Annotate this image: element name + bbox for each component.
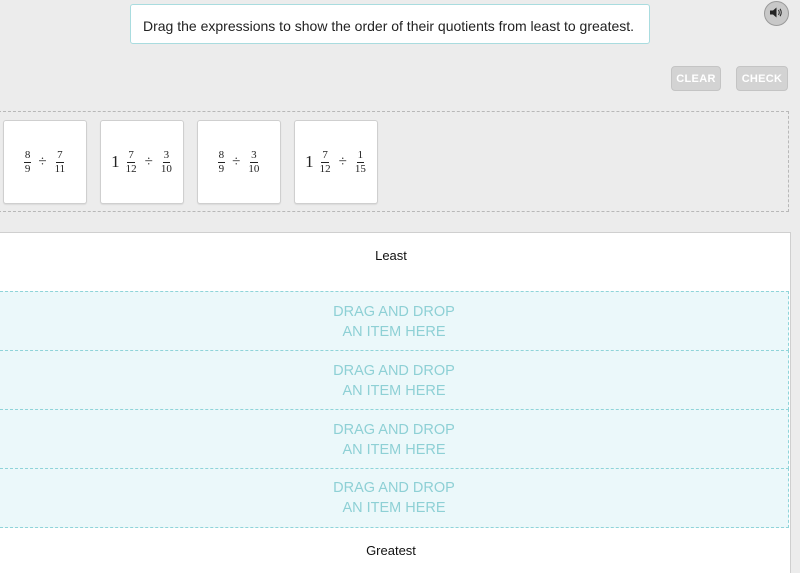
divide-sign: ÷	[144, 153, 153, 170]
fraction: 3 10	[160, 148, 173, 175]
numerator: 8	[23, 148, 32, 163]
numerator: 7	[56, 148, 64, 163]
drop-slot[interactable]: DRAG AND DROP AN ITEM HERE	[0, 468, 789, 528]
audio-button[interactable]	[764, 1, 789, 26]
fraction: 7 12	[125, 148, 138, 175]
fraction: 8 9	[217, 148, 226, 175]
expression-tile[interactable]: 8 9 ÷ 7 11	[3, 120, 87, 204]
denominator: 12	[319, 162, 331, 175]
check-button[interactable]: CHECK	[736, 66, 788, 91]
expression-tile[interactable]: 8 9 ÷ 3 10	[197, 120, 281, 204]
drop-slot[interactable]: DRAG AND DROP AN ITEM HERE	[0, 409, 789, 469]
numerator: 3	[250, 148, 258, 163]
speaker-icon	[770, 5, 783, 23]
fraction: 1 15	[354, 148, 367, 175]
fraction: 8 9	[23, 148, 32, 175]
denominator: 10	[160, 162, 172, 175]
denominator: 12	[125, 162, 137, 175]
fraction: 7 11	[54, 148, 67, 175]
drop-slot-text: DRAG AND DROP	[333, 303, 455, 320]
denominator: 10	[248, 162, 260, 175]
numerator: 8	[217, 148, 226, 163]
expression-tile[interactable]: 1 7 12 ÷ 1 15	[294, 120, 378, 204]
divide-sign: ÷	[338, 153, 347, 170]
drop-slot-text: AN ITEM HERE	[342, 382, 446, 399]
divide-sign: ÷	[232, 153, 241, 170]
fraction: 3 10	[247, 148, 260, 175]
numerator: 7	[321, 148, 329, 163]
fraction: 7 12	[319, 148, 332, 175]
denominator: 9	[24, 162, 31, 175]
clear-button[interactable]: CLEAR	[671, 66, 721, 91]
denominator: 15	[354, 162, 366, 175]
instruction-box: Drag the expressions to show the order o…	[130, 1, 789, 44]
numerator: 3	[162, 148, 171, 163]
least-label: Least	[375, 248, 407, 263]
instruction-text: Drag the expressions to show the order o…	[143, 18, 635, 34]
expression-tile[interactable]: 1 7 12 ÷ 3 10	[100, 120, 184, 204]
drop-slot-text: AN ITEM HERE	[342, 500, 446, 516]
drop-slot[interactable]: DRAG AND DROP AN ITEM HERE	[0, 291, 789, 351]
denominator: 11	[54, 162, 66, 175]
greatest-label: Greatest	[366, 543, 416, 558]
ordering-panel: Least DRAG AND DROP AN ITEM HERE DRAG AN…	[0, 232, 791, 573]
drop-slot[interactable]: DRAG AND DROP AN ITEM HERE	[0, 350, 789, 410]
whole-number: 1	[111, 152, 120, 171]
drop-slot-text: AN ITEM HERE	[342, 323, 446, 340]
numerator: 1	[356, 148, 365, 163]
divide-sign: ÷	[38, 153, 47, 170]
whole-number: 1	[305, 152, 314, 171]
drop-slot-text: DRAG AND DROP	[333, 421, 455, 438]
drop-slot-text: AN ITEM HERE	[342, 441, 446, 458]
denominator: 9	[218, 162, 225, 175]
numerator: 7	[127, 148, 135, 163]
drop-slot-text: DRAG AND DROP	[333, 480, 455, 496]
drop-slot-text: DRAG AND DROP	[333, 362, 455, 379]
